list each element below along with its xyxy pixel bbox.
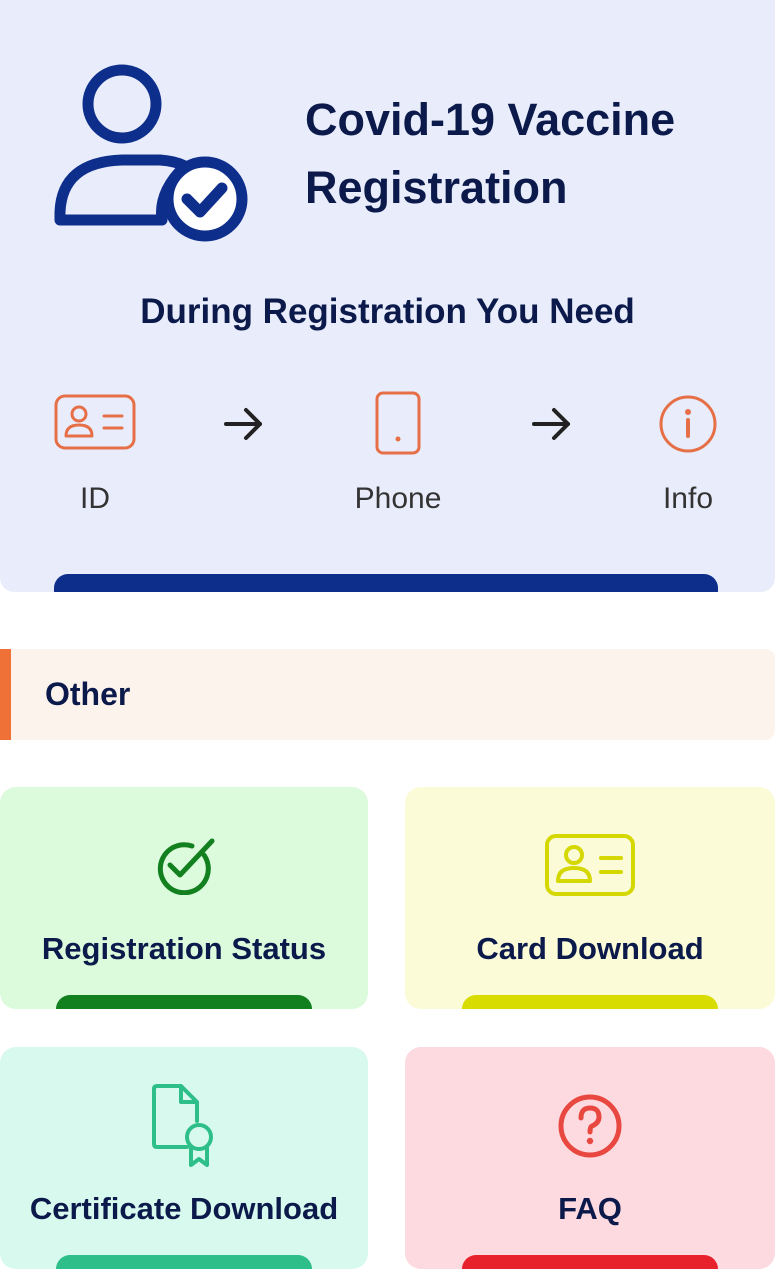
certificate-icon: [152, 1084, 213, 1167]
section-title: Other: [45, 676, 131, 712]
arrow-right-icon: [532, 408, 570, 440]
card-action-bar[interactable]: [462, 1255, 718, 1269]
info-icon: [659, 395, 717, 453]
faq-card[interactable]: FAQ: [405, 1047, 775, 1269]
section-header-other: Other: [0, 649, 775, 740]
arrow-right-icon: [224, 408, 262, 440]
register-button[interactable]: [54, 574, 718, 592]
title-line-1: Covid-19 Vaccine: [305, 94, 676, 145]
id-card-icon: [54, 394, 136, 450]
card-action-bar[interactable]: [462, 995, 718, 1009]
card-action-bar[interactable]: [56, 995, 312, 1009]
user-verified-icon: [54, 64, 248, 242]
page-title: Covid-19 Vaccine Registration: [305, 86, 745, 222]
id-card-icon: [545, 834, 635, 896]
title-line-2: Registration: [305, 162, 568, 213]
card-download-card[interactable]: Card Download: [405, 787, 775, 1009]
card-label: Card Download: [476, 931, 704, 966]
requirement-id-label: ID: [80, 482, 110, 515]
requirement-info-label: Info: [662, 482, 714, 515]
section-accent-bar: [0, 649, 11, 740]
question-icon: [558, 1094, 622, 1158]
card-label: Registration Status: [41, 931, 327, 966]
certificate-download-card[interactable]: Certificate Download: [0, 1047, 368, 1269]
card-label: Certificate Download: [29, 1191, 339, 1226]
check-badge-icon: [157, 838, 215, 895]
requirements-heading: During Registration You Need: [140, 292, 635, 331]
registration-hero: Covid-19 Vaccine Registration During Reg…: [0, 0, 775, 592]
card-label: FAQ: [558, 1191, 622, 1226]
card-action-bar[interactable]: [56, 1255, 312, 1269]
requirement-phone-label: Phone: [354, 482, 442, 515]
registration-status-card[interactable]: Registration Status: [0, 787, 368, 1009]
phone-icon: [375, 391, 421, 455]
